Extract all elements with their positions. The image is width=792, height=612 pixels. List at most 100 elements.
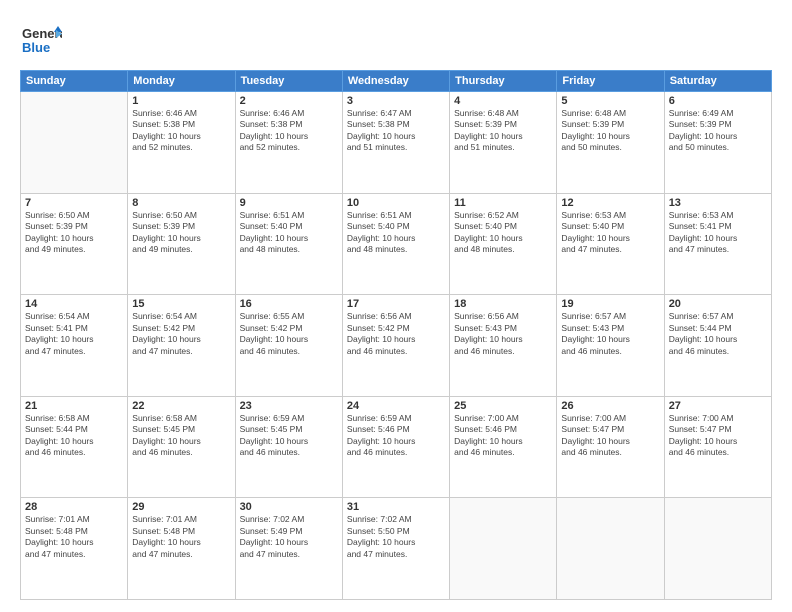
day-number: 10 [347,197,445,209]
day-info: Sunrise: 6:54 AM Sunset: 5:42 PM Dayligh… [132,311,230,357]
calendar-cell: 9Sunrise: 6:51 AM Sunset: 5:40 PM Daylig… [235,193,342,295]
day-info: Sunrise: 6:49 AM Sunset: 5:39 PM Dayligh… [669,108,767,154]
day-info: Sunrise: 6:58 AM Sunset: 5:45 PM Dayligh… [132,413,230,459]
svg-text:Blue: Blue [22,40,50,55]
day-number: 23 [240,400,338,412]
day-info: Sunrise: 6:52 AM Sunset: 5:40 PM Dayligh… [454,210,552,256]
day-info: Sunrise: 6:55 AM Sunset: 5:42 PM Dayligh… [240,311,338,357]
weekday-header-row: SundayMondayTuesdayWednesdayThursdayFrid… [21,71,772,92]
calendar-cell: 20Sunrise: 6:57 AM Sunset: 5:44 PM Dayli… [664,295,771,397]
day-info: Sunrise: 7:02 AM Sunset: 5:49 PM Dayligh… [240,514,338,560]
calendar-cell: 15Sunrise: 6:54 AM Sunset: 5:42 PM Dayli… [128,295,235,397]
calendar-cell: 11Sunrise: 6:52 AM Sunset: 5:40 PM Dayli… [450,193,557,295]
day-info: Sunrise: 6:56 AM Sunset: 5:42 PM Dayligh… [347,311,445,357]
day-info: Sunrise: 6:46 AM Sunset: 5:38 PM Dayligh… [240,108,338,154]
day-number: 1 [132,95,230,107]
day-number: 19 [561,298,659,310]
week-row-2: 7Sunrise: 6:50 AM Sunset: 5:39 PM Daylig… [21,193,772,295]
day-info: Sunrise: 7:01 AM Sunset: 5:48 PM Dayligh… [25,514,123,560]
day-number: 20 [669,298,767,310]
day-info: Sunrise: 7:02 AM Sunset: 5:50 PM Dayligh… [347,514,445,560]
calendar-cell [664,498,771,600]
day-number: 25 [454,400,552,412]
calendar-cell: 12Sunrise: 6:53 AM Sunset: 5:40 PM Dayli… [557,193,664,295]
day-info: Sunrise: 6:50 AM Sunset: 5:39 PM Dayligh… [132,210,230,256]
day-number: 17 [347,298,445,310]
day-number: 18 [454,298,552,310]
calendar-cell: 1Sunrise: 6:46 AM Sunset: 5:38 PM Daylig… [128,92,235,194]
day-info: Sunrise: 6:53 AM Sunset: 5:41 PM Dayligh… [669,210,767,256]
day-info: Sunrise: 6:53 AM Sunset: 5:40 PM Dayligh… [561,210,659,256]
calendar-cell: 19Sunrise: 6:57 AM Sunset: 5:43 PM Dayli… [557,295,664,397]
weekday-header-saturday: Saturday [664,71,771,92]
calendar-cell [557,498,664,600]
day-number: 5 [561,95,659,107]
day-info: Sunrise: 6:59 AM Sunset: 5:45 PM Dayligh… [240,413,338,459]
calendar-cell: 18Sunrise: 6:56 AM Sunset: 5:43 PM Dayli… [450,295,557,397]
logo-icon: General Blue [20,18,62,60]
week-row-3: 14Sunrise: 6:54 AM Sunset: 5:41 PM Dayli… [21,295,772,397]
calendar-cell: 27Sunrise: 7:00 AM Sunset: 5:47 PM Dayli… [664,396,771,498]
day-info: Sunrise: 6:56 AM Sunset: 5:43 PM Dayligh… [454,311,552,357]
calendar-cell: 30Sunrise: 7:02 AM Sunset: 5:49 PM Dayli… [235,498,342,600]
calendar-cell: 17Sunrise: 6:56 AM Sunset: 5:42 PM Dayli… [342,295,449,397]
calendar-cell: 29Sunrise: 7:01 AM Sunset: 5:48 PM Dayli… [128,498,235,600]
calendar-cell [21,92,128,194]
calendar-cell: 21Sunrise: 6:58 AM Sunset: 5:44 PM Dayli… [21,396,128,498]
day-number: 14 [25,298,123,310]
calendar-cell: 25Sunrise: 7:00 AM Sunset: 5:46 PM Dayli… [450,396,557,498]
day-info: Sunrise: 6:58 AM Sunset: 5:44 PM Dayligh… [25,413,123,459]
weekday-header-sunday: Sunday [21,71,128,92]
day-info: Sunrise: 6:48 AM Sunset: 5:39 PM Dayligh… [454,108,552,154]
day-number: 22 [132,400,230,412]
day-info: Sunrise: 6:51 AM Sunset: 5:40 PM Dayligh… [240,210,338,256]
day-number: 30 [240,501,338,513]
day-number: 12 [561,197,659,209]
day-number: 9 [240,197,338,209]
header: General Blue [20,18,772,60]
calendar-table: SundayMondayTuesdayWednesdayThursdayFrid… [20,70,772,600]
week-row-1: 1Sunrise: 6:46 AM Sunset: 5:38 PM Daylig… [21,92,772,194]
day-number: 27 [669,400,767,412]
day-info: Sunrise: 6:57 AM Sunset: 5:43 PM Dayligh… [561,311,659,357]
day-info: Sunrise: 7:00 AM Sunset: 5:47 PM Dayligh… [669,413,767,459]
calendar-cell: 31Sunrise: 7:02 AM Sunset: 5:50 PM Dayli… [342,498,449,600]
day-info: Sunrise: 6:57 AM Sunset: 5:44 PM Dayligh… [669,311,767,357]
day-number: 13 [669,197,767,209]
day-info: Sunrise: 6:48 AM Sunset: 5:39 PM Dayligh… [561,108,659,154]
day-number: 11 [454,197,552,209]
day-number: 24 [347,400,445,412]
weekday-header-tuesday: Tuesday [235,71,342,92]
calendar-cell: 28Sunrise: 7:01 AM Sunset: 5:48 PM Dayli… [21,498,128,600]
day-number: 8 [132,197,230,209]
calendar-cell: 13Sunrise: 6:53 AM Sunset: 5:41 PM Dayli… [664,193,771,295]
day-number: 7 [25,197,123,209]
day-number: 26 [561,400,659,412]
day-number: 28 [25,501,123,513]
day-number: 4 [454,95,552,107]
day-info: Sunrise: 6:46 AM Sunset: 5:38 PM Dayligh… [132,108,230,154]
weekday-header-monday: Monday [128,71,235,92]
day-info: Sunrise: 6:51 AM Sunset: 5:40 PM Dayligh… [347,210,445,256]
calendar-cell: 8Sunrise: 6:50 AM Sunset: 5:39 PM Daylig… [128,193,235,295]
day-number: 31 [347,501,445,513]
calendar-cell: 6Sunrise: 6:49 AM Sunset: 5:39 PM Daylig… [664,92,771,194]
day-number: 16 [240,298,338,310]
calendar-cell: 10Sunrise: 6:51 AM Sunset: 5:40 PM Dayli… [342,193,449,295]
calendar-cell: 2Sunrise: 6:46 AM Sunset: 5:38 PM Daylig… [235,92,342,194]
day-number: 29 [132,501,230,513]
weekday-header-wednesday: Wednesday [342,71,449,92]
calendar-cell: 4Sunrise: 6:48 AM Sunset: 5:39 PM Daylig… [450,92,557,194]
calendar-cell: 3Sunrise: 6:47 AM Sunset: 5:38 PM Daylig… [342,92,449,194]
day-info: Sunrise: 6:50 AM Sunset: 5:39 PM Dayligh… [25,210,123,256]
calendar-cell: 7Sunrise: 6:50 AM Sunset: 5:39 PM Daylig… [21,193,128,295]
calendar-cell: 24Sunrise: 6:59 AM Sunset: 5:46 PM Dayli… [342,396,449,498]
day-number: 21 [25,400,123,412]
calendar-cell: 22Sunrise: 6:58 AM Sunset: 5:45 PM Dayli… [128,396,235,498]
day-info: Sunrise: 6:59 AM Sunset: 5:46 PM Dayligh… [347,413,445,459]
day-info: Sunrise: 7:01 AM Sunset: 5:48 PM Dayligh… [132,514,230,560]
day-number: 15 [132,298,230,310]
day-info: Sunrise: 7:00 AM Sunset: 5:47 PM Dayligh… [561,413,659,459]
day-info: Sunrise: 6:47 AM Sunset: 5:38 PM Dayligh… [347,108,445,154]
calendar-cell [450,498,557,600]
